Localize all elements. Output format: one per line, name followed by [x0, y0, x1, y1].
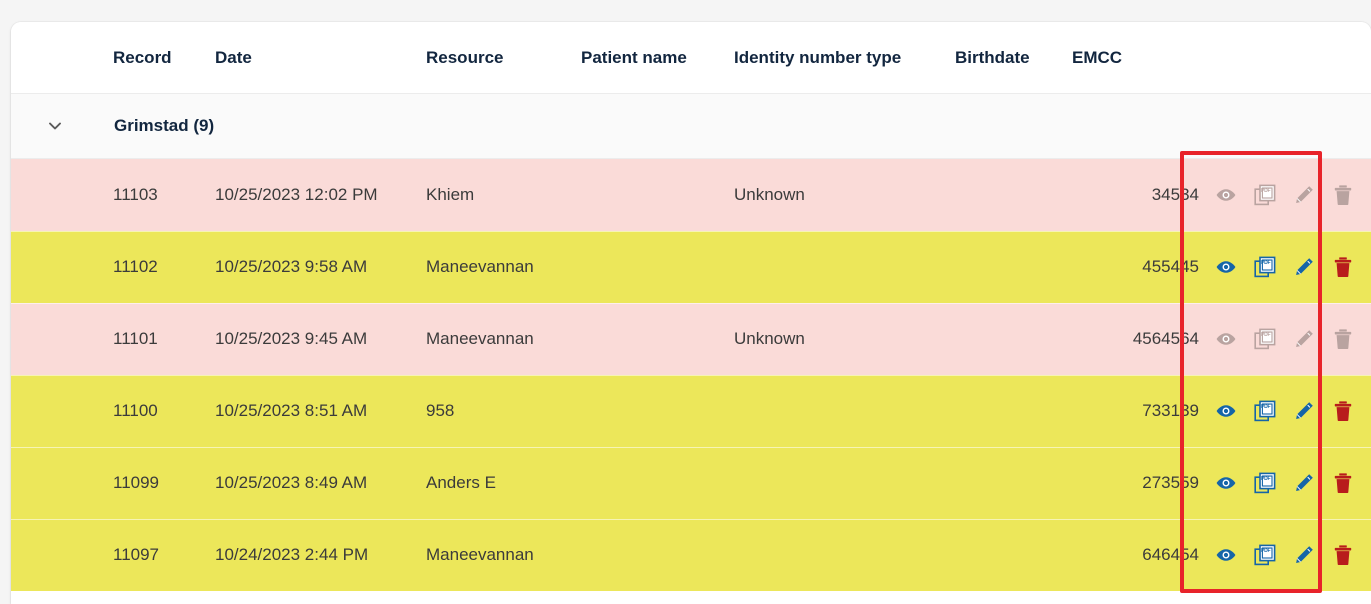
- row-actions: PDF: [1199, 184, 1371, 206]
- table-row[interactable]: 11101 10/25/2023 9:45 AM Maneevannan Unknow…: [11, 303, 1371, 375]
- cell-actions: PDF: [1199, 400, 1371, 422]
- row-actions: PDF: [1199, 256, 1371, 278]
- export-pdf-icon[interactable]: PDF: [1254, 472, 1276, 494]
- edit-record-icon[interactable]: [1293, 256, 1315, 278]
- cell-date: 10/25/2023 9:45 AM: [215, 329, 368, 348]
- column-header-record[interactable]: Record: [113, 48, 215, 68]
- cell-resource: Maneevannan: [426, 329, 534, 348]
- view-record-icon: [1215, 184, 1237, 206]
- cell-resource: Maneevannan: [426, 257, 534, 276]
- cell-record: 11101: [113, 329, 158, 348]
- cell-record: 11100: [113, 401, 158, 420]
- column-header-birthdate[interactable]: Birthdate: [955, 48, 1072, 68]
- table-row[interactable]: 11103 10/25/2023 12:02 PM Khiem Unknown 3453…: [11, 159, 1371, 231]
- table-body: 11103 10/25/2023 12:02 PM Khiem Unknown 3453…: [11, 159, 1371, 591]
- cell-record: 11099: [113, 473, 160, 492]
- delete-record-icon: [1332, 328, 1354, 350]
- column-header-identity-number-type[interactable]: Identity number type: [734, 48, 955, 68]
- column-header-patient-name[interactable]: Patient name: [581, 48, 734, 68]
- row-actions: PDF: [1199, 544, 1371, 566]
- cell-record: 11102: [113, 257, 158, 276]
- view-record-icon[interactable]: [1215, 256, 1237, 278]
- group-expand-toggle[interactable]: [11, 116, 75, 136]
- cell-date: 10/25/2023 9:58 AM: [215, 257, 368, 276]
- row-actions: PDF: [1199, 400, 1371, 422]
- table-row[interactable]: 11099 10/25/2023 8:49 AM Anders E 273559 PDF: [11, 447, 1371, 519]
- cell-date: 10/25/2023 8:49 AM: [215, 473, 368, 492]
- delete-record-icon[interactable]: [1332, 400, 1354, 422]
- column-header-date[interactable]: Date: [215, 48, 426, 68]
- records-table-card: Record Date Resource Patient name Identi…: [11, 22, 1371, 604]
- row-actions: PDF: [1199, 472, 1371, 494]
- table-header-row: Record Date Resource Patient name Identi…: [11, 22, 1371, 94]
- cell-identity-number-type: Unknown: [734, 185, 805, 204]
- cell-record: 11103: [113, 185, 158, 204]
- delete-record-icon[interactable]: [1332, 256, 1354, 278]
- view-record-icon: [1215, 328, 1237, 350]
- table-row[interactable]: 11100 10/25/2023 8:51 AM 958 733139 PDF: [11, 375, 1371, 447]
- cell-emcc: 273559: [1142, 473, 1199, 492]
- cell-resource: Anders E: [426, 473, 496, 492]
- screenshot-root: Record Date Resource Patient name Identi…: [0, 0, 1371, 604]
- edit-record-icon: [1293, 184, 1315, 206]
- export-pdf-icon: PDF: [1254, 328, 1276, 350]
- cell-record: 11097: [113, 545, 160, 564]
- cell-actions: PDF: [1199, 328, 1371, 350]
- cell-resource: 958: [426, 401, 455, 420]
- view-record-icon[interactable]: [1215, 544, 1237, 566]
- cell-actions: PDF: [1199, 256, 1371, 278]
- delete-record-icon: [1332, 184, 1354, 206]
- table-row[interactable]: 11097 10/24/2023 2:44 PM Maneevannan 646454…: [11, 519, 1371, 591]
- cell-emcc: 455445: [1142, 257, 1199, 276]
- edit-record-icon[interactable]: [1293, 400, 1315, 422]
- edit-record-icon[interactable]: [1293, 544, 1315, 566]
- cell-emcc: 34534: [1151, 185, 1199, 204]
- export-pdf-icon[interactable]: PDF: [1254, 544, 1276, 566]
- cell-resource: Khiem: [426, 185, 475, 204]
- group-title-label: Grimstad (9): [114, 116, 215, 135]
- cell-date: 10/24/2023 2:44 PM: [215, 545, 369, 564]
- view-record-icon[interactable]: [1215, 400, 1237, 422]
- cell-date: 10/25/2023 12:02 PM: [215, 185, 378, 204]
- column-header-resource[interactable]: Resource: [426, 48, 581, 68]
- cell-emcc: 646454: [1142, 545, 1199, 564]
- group-header-row[interactable]: Grimstad (9): [11, 94, 1371, 159]
- cell-emcc: 4564564: [1132, 329, 1199, 348]
- delete-record-icon[interactable]: [1332, 472, 1354, 494]
- edit-record-icon[interactable]: [1293, 472, 1315, 494]
- export-pdf-icon: PDF: [1254, 184, 1276, 206]
- cell-resource: Maneevannan: [426, 545, 534, 564]
- chevron-down-icon: [45, 116, 65, 136]
- edit-record-icon: [1293, 328, 1315, 350]
- cell-actions: PDF: [1199, 472, 1371, 494]
- cell-identity-number-type: Unknown: [734, 329, 805, 348]
- cell-date: 10/25/2023 8:51 AM: [215, 401, 368, 420]
- view-record-icon[interactable]: [1215, 472, 1237, 494]
- cell-actions: PDF: [1199, 184, 1371, 206]
- cell-actions: PDF: [1199, 544, 1371, 566]
- table-row[interactable]: 11102 10/25/2023 9:58 AM Maneevannan 455445…: [11, 231, 1371, 303]
- column-header-emcc[interactable]: EMCC: [1072, 48, 1199, 68]
- cell-emcc: 733139: [1142, 401, 1199, 420]
- delete-record-icon[interactable]: [1332, 544, 1354, 566]
- export-pdf-icon[interactable]: PDF: [1254, 400, 1276, 422]
- row-actions: PDF: [1199, 328, 1371, 350]
- export-pdf-icon[interactable]: PDF: [1254, 256, 1276, 278]
